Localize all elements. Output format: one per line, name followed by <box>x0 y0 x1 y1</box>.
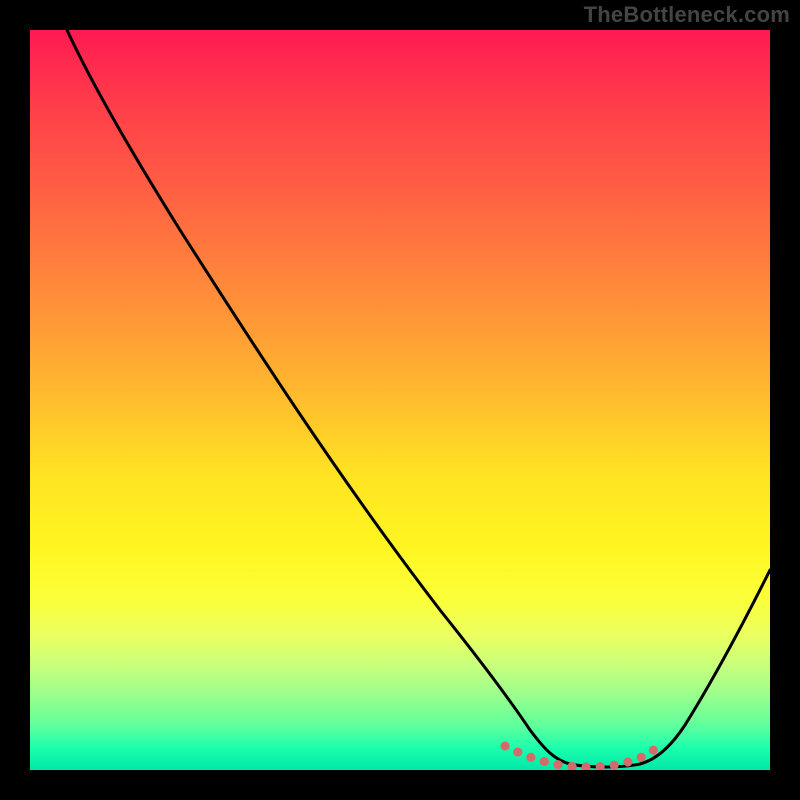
chart-frame: TheBottleneck.com <box>0 0 800 800</box>
watermark-label: TheBottleneck.com <box>584 2 790 28</box>
chart-svg <box>30 30 770 770</box>
bottleneck-curve-line <box>67 30 770 767</box>
